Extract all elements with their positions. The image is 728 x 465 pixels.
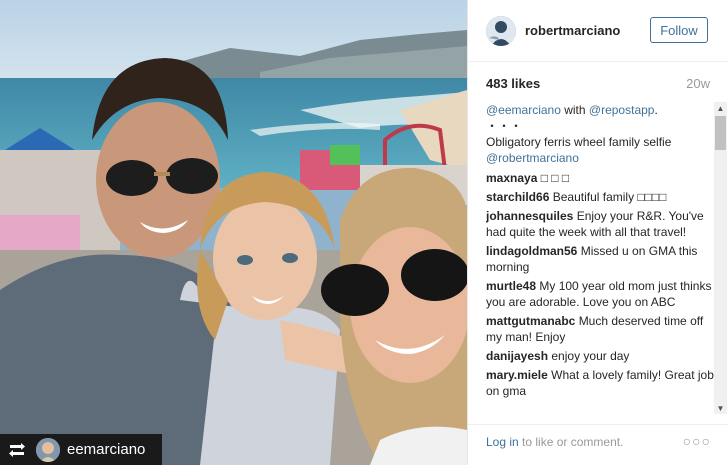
login-link[interactable]: Log in: [486, 435, 519, 449]
repost-badge[interactable]: eemarciano: [0, 434, 162, 465]
caption-dot: .: [654, 103, 658, 117]
comment-item: starchild66 Beautiful family □□□□: [486, 189, 714, 205]
stats-row: 483 likes 20w: [486, 76, 710, 92]
caption-ellipsis: ・・・: [486, 119, 523, 133]
comment-author[interactable]: johannesquiles: [486, 209, 573, 223]
caption-body: Obligatory ferris wheel family selfie: [486, 135, 672, 149]
caption: @eemarciano with @repostapp. ・・・ Obligat…: [486, 102, 714, 166]
post-photo[interactable]: eemarciano: [0, 0, 467, 465]
caption-with: with: [560, 103, 589, 117]
comment-item: mattgutmanabc Much deserved time off my …: [486, 313, 714, 345]
scroll-down-icon[interactable]: ▼: [714, 402, 727, 414]
post-header: robertmarciano Follow: [468, 0, 728, 62]
comment-item: johannesquiles Enjoy your R&R. You've ha…: [486, 208, 714, 240]
comment-author[interactable]: starchild66: [486, 190, 549, 204]
comment-text: □ □ □: [540, 171, 570, 185]
comment-item: lindagoldman56 Missed u on GMA this morn…: [486, 243, 714, 275]
family-selfie-photo: [0, 0, 467, 465]
comment-author[interactable]: danijayesh: [486, 349, 548, 363]
more-options-icon[interactable]: ○○○: [683, 433, 711, 449]
comment-item: mary.miele What a lovely family! Great j…: [486, 367, 714, 399]
repost-avatar: [36, 437, 60, 462]
likes-count[interactable]: 483 likes: [486, 76, 540, 91]
caption-tag[interactable]: @robertmarciano: [486, 151, 579, 165]
comments-scrollbar[interactable]: ▲ ▼: [714, 102, 727, 414]
scroll-thumb[interactable]: [715, 116, 726, 150]
comment-text: Beautiful family □□□□: [552, 190, 667, 204]
comment-item: murtle48 My 100 year old mom just thinks…: [486, 278, 714, 310]
repost-icon: [6, 439, 28, 461]
comment-author[interactable]: lindagoldman56: [486, 244, 577, 258]
post-footer: Log in to like or comment. ○○○: [468, 424, 728, 465]
comment-item: maxnaya □ □ □: [486, 170, 714, 186]
comments-list: @eemarciano with @repostapp. ・・・ Obligat…: [486, 102, 714, 414]
profile-avatar[interactable]: [486, 16, 516, 46]
comment-author[interactable]: mattgutmanabc: [486, 314, 575, 328]
comment-item: danijayesh enjoy your day: [486, 348, 714, 364]
login-prompt: Log in to like or comment.: [486, 435, 623, 449]
username-link[interactable]: robertmarciano: [525, 23, 620, 38]
post-details-panel: robertmarciano Follow 483 likes 20w @eem…: [467, 0, 728, 465]
comment-author[interactable]: mary.miele: [486, 368, 548, 382]
comment-author[interactable]: murtle48: [486, 279, 536, 293]
scroll-up-icon[interactable]: ▲: [714, 102, 727, 114]
comment-author[interactable]: maxnaya: [486, 171, 537, 185]
comment-text: enjoy your day: [551, 349, 630, 363]
caption-mention[interactable]: @eemarciano: [486, 103, 561, 117]
login-rest-text: to like or comment.: [518, 435, 624, 449]
follow-button[interactable]: Follow: [650, 17, 708, 43]
caption-app-link[interactable]: @repostapp: [589, 103, 655, 117]
post-age[interactable]: 20w: [686, 76, 710, 91]
repost-username: eemarciano: [67, 441, 146, 458]
